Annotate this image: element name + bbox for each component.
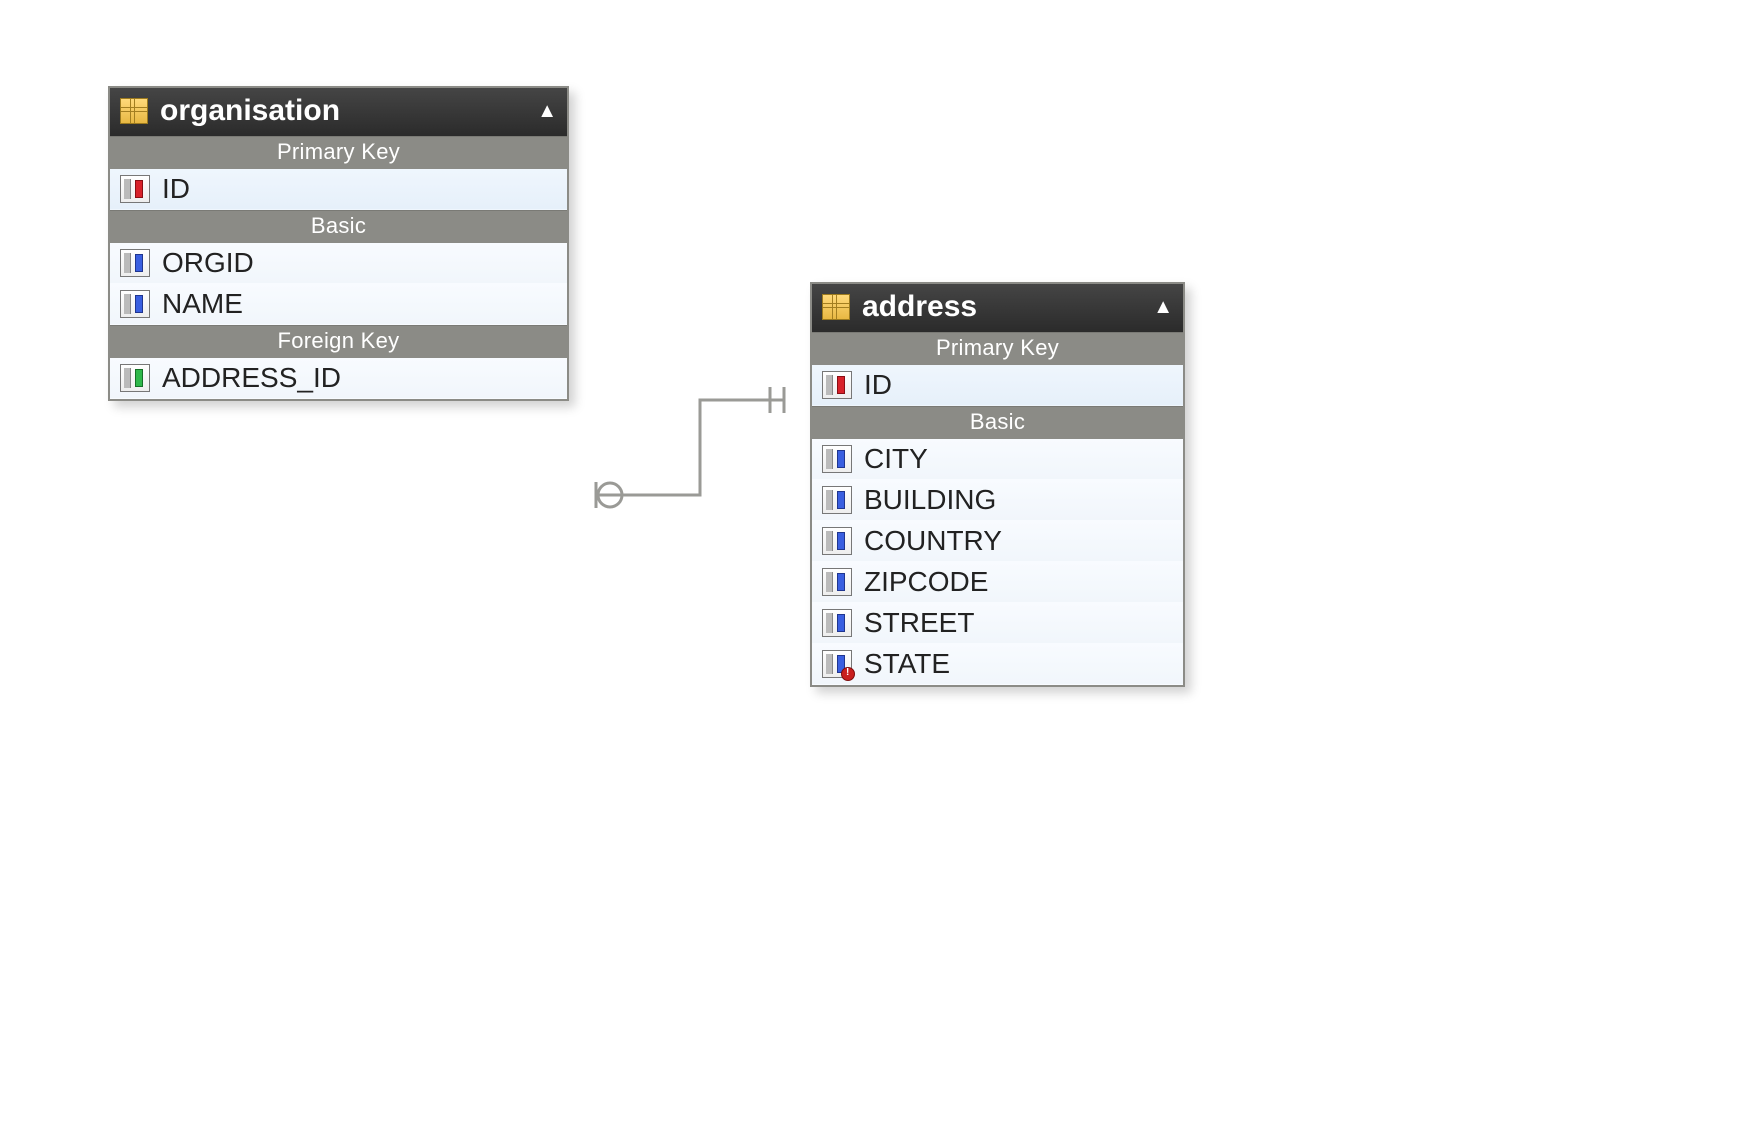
- column-pk-icon: [120, 175, 150, 203]
- column-pk-icon: [822, 371, 852, 399]
- column-basic-icon: [822, 609, 852, 637]
- column-row[interactable]: ID: [110, 169, 567, 210]
- column-name: STREET: [864, 607, 974, 639]
- column-name: BUILDING: [864, 484, 996, 516]
- entity-organisation[interactable]: organisation ▲ Primary Key ID Basic ORGI…: [108, 86, 569, 401]
- section-primary-key: Primary Key: [110, 136, 567, 169]
- column-basic-icon: [822, 486, 852, 514]
- column-basic-icon: [822, 527, 852, 555]
- column-row[interactable]: BUILDING: [812, 480, 1183, 521]
- column-name: ZIPCODE: [864, 566, 988, 598]
- column-name: COUNTRY: [864, 525, 1002, 557]
- section-foreign-key: Foreign Key: [110, 325, 567, 358]
- column-row[interactable]: ADDRESS_ID: [110, 358, 567, 399]
- column-basic-icon: [120, 249, 150, 277]
- column-row[interactable]: ORGID: [110, 243, 567, 284]
- column-basic-icon: [120, 290, 150, 318]
- collapse-icon[interactable]: ▲: [1153, 297, 1173, 317]
- collapse-icon[interactable]: ▲: [537, 101, 557, 121]
- entity-title: organisation: [160, 94, 537, 128]
- column-name: ORGID: [162, 247, 254, 279]
- column-row[interactable]: NAME: [110, 284, 567, 325]
- entity-header-address[interactable]: address ▲: [812, 284, 1183, 332]
- column-row[interactable]: ZIPCODE: [812, 562, 1183, 603]
- column-name: ADDRESS_ID: [162, 362, 341, 394]
- column-name: STATE: [864, 648, 950, 680]
- entity-address[interactable]: address ▲ Primary Key ID Basic CITY BUIL…: [810, 282, 1185, 687]
- table-icon: [822, 294, 850, 320]
- column-name: CITY: [864, 443, 928, 475]
- erd-canvas: organisation ▲ Primary Key ID Basic ORGI…: [0, 0, 1762, 1140]
- column-basic-icon: [822, 568, 852, 596]
- table-icon: [120, 98, 148, 124]
- column-row[interactable]: STATE: [812, 644, 1183, 685]
- column-row[interactable]: ID: [812, 365, 1183, 406]
- column-row[interactable]: COUNTRY: [812, 521, 1183, 562]
- section-primary-key: Primary Key: [812, 332, 1183, 365]
- entity-header-organisation[interactable]: organisation ▲: [110, 88, 567, 136]
- column-basic-icon: [822, 650, 852, 678]
- column-name: ID: [162, 173, 190, 205]
- section-basic: Basic: [110, 210, 567, 243]
- column-fk-icon: [120, 364, 150, 392]
- column-row[interactable]: CITY: [812, 439, 1183, 480]
- section-basic: Basic: [812, 406, 1183, 439]
- column-name: NAME: [162, 288, 243, 320]
- column-row[interactable]: STREET: [812, 603, 1183, 644]
- entity-title: address: [862, 290, 1153, 324]
- column-name: ID: [864, 369, 892, 401]
- column-basic-icon: [822, 445, 852, 473]
